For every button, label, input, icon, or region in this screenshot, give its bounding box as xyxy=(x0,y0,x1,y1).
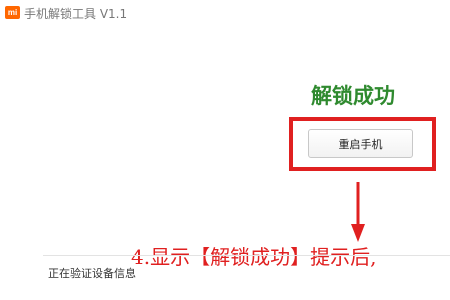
title-bar: mi 手机解锁工具 V1.1 xyxy=(0,0,450,30)
restart-phone-button[interactable]: 重启手机 xyxy=(308,129,413,158)
annotation-arrow-icon xyxy=(351,182,365,242)
status-text: 正在验证设备信息 xyxy=(48,267,136,280)
mi-logo-icon: mi xyxy=(5,6,20,19)
window-title: 手机解锁工具 V1.1 xyxy=(24,7,128,21)
unlock-success-message: 解锁成功 xyxy=(311,84,395,108)
divider xyxy=(43,255,450,256)
